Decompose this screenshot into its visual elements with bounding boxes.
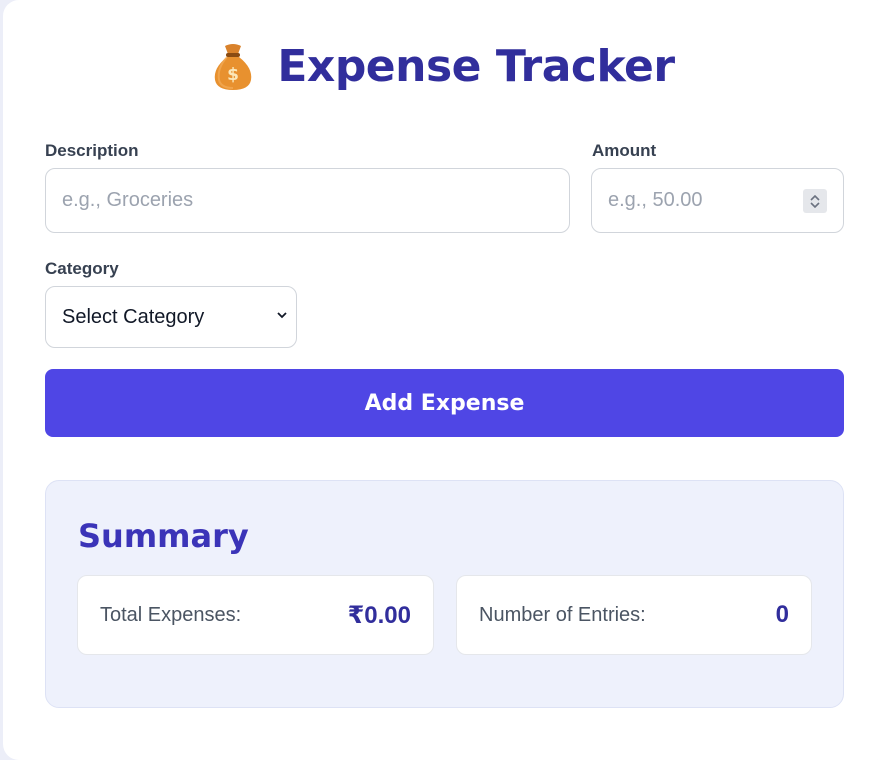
svg-text:$: $ xyxy=(227,65,239,85)
amount-label: Amount xyxy=(592,141,657,160)
chevron-up-icon xyxy=(810,194,820,201)
total-expenses-label: Total Expenses: xyxy=(100,603,242,626)
amount-placeholder: e.g., 50.00 xyxy=(608,189,703,211)
page-title: Expense Tracker xyxy=(277,40,675,92)
summary-title: Summary xyxy=(78,517,249,555)
header: $ Expense Tracker xyxy=(3,40,878,92)
category-select[interactable]: Select Category xyxy=(45,286,297,348)
amount-stepper[interactable] xyxy=(803,189,827,213)
entries-count-label: Number of Entries: xyxy=(479,603,646,626)
summary-panel: Summary Total Expenses: ₹0.00 Number of … xyxy=(45,480,844,708)
category-label: Category xyxy=(45,259,119,278)
add-expense-button[interactable]: Add Expense xyxy=(45,369,844,437)
entries-count-value: 0 xyxy=(775,601,789,628)
total-expenses-value: ₹0.00 xyxy=(347,601,411,629)
amount-input[interactable]: e.g., 50.00 xyxy=(591,168,844,233)
money-bag-icon: $ xyxy=(215,44,252,90)
total-expenses-card: Total Expenses: ₹0.00 xyxy=(77,575,434,655)
entries-count-card: Number of Entries: 0 xyxy=(456,575,812,655)
category-selected-value: Select Category xyxy=(62,305,205,328)
description-label: Description xyxy=(45,141,139,160)
chevron-down-icon xyxy=(810,201,820,208)
description-placeholder: e.g., Groceries xyxy=(62,189,194,211)
app-card: $ Expense Tracker Description e.g., Groc… xyxy=(3,0,878,760)
chevron-down-icon xyxy=(277,312,287,319)
description-input[interactable]: e.g., Groceries xyxy=(45,168,570,233)
